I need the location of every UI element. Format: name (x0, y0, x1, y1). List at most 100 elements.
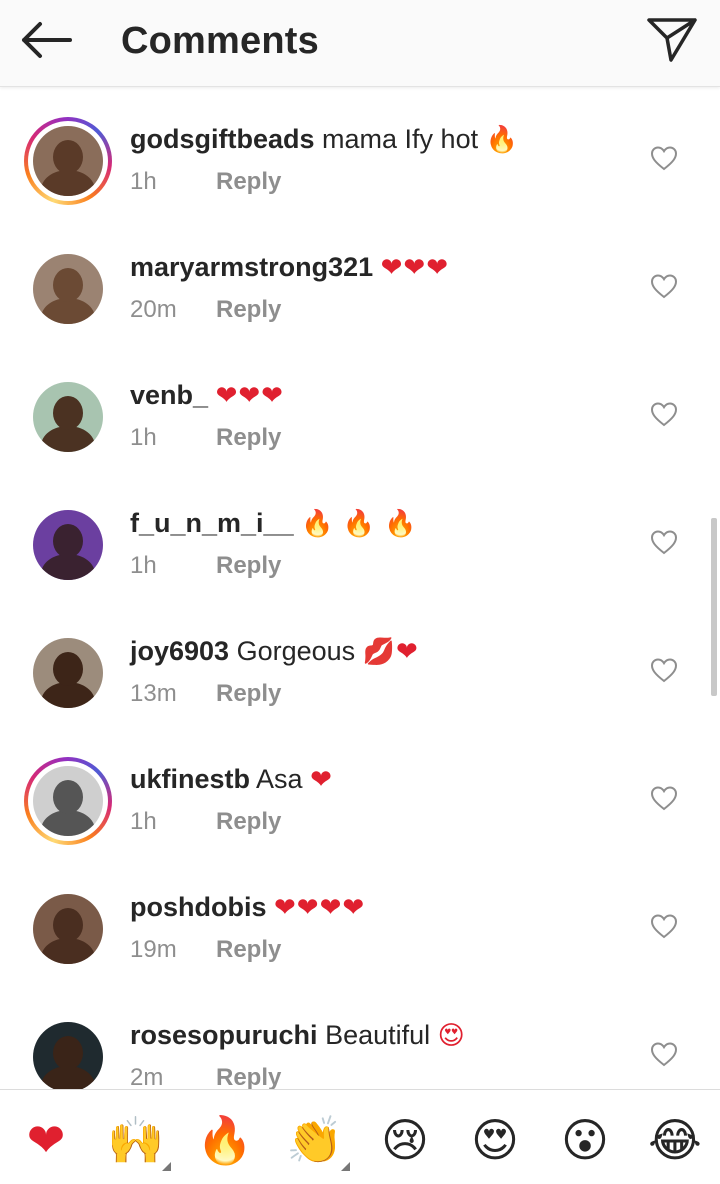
variant-indicator-icon (341, 1162, 350, 1171)
comment-row[interactable]: maryarmstrong321 ❤❤❤ 20m Reply (0, 215, 720, 343)
heart-outline-icon (650, 914, 678, 939)
heart-outline-icon (650, 1042, 678, 1067)
like-button[interactable] (650, 273, 678, 299)
username[interactable]: poshdobis (130, 892, 267, 922)
comment-row[interactable]: joy6903 Gorgeous 💋❤ 13m Reply (0, 599, 720, 727)
like-button[interactable] (650, 657, 678, 683)
like-button[interactable] (650, 1041, 678, 1067)
comment-emoji: 🔥 🔥 🔥 (301, 508, 418, 538)
timestamp: 1h (130, 168, 157, 195)
avatar-face-shape (53, 652, 83, 686)
username[interactable]: f_u_n_m_i__ (130, 508, 294, 538)
avatar[interactable] (24, 245, 112, 333)
avatar[interactable] (24, 1013, 112, 1089)
reply-button[interactable]: Reply (216, 808, 281, 835)
comment-row[interactable]: f_u_n_m_i__ 🔥 🔥 🔥 1h Reply (0, 471, 720, 599)
heart-outline-icon (650, 402, 678, 427)
comment-emoji: 🔥 (485, 124, 519, 154)
crying-emoji[interactable]: 😢 (373, 1108, 437, 1172)
like-button[interactable] (650, 529, 678, 555)
comment-row[interactable]: poshdobis ❤❤❤❤ 19m Reply (0, 855, 720, 983)
avatar-image (33, 510, 103, 580)
comment-meta: 1h Reply (130, 551, 281, 581)
avatar[interactable] (24, 885, 112, 973)
comment-meta: 19m Reply (130, 935, 281, 965)
surprised-emoji[interactable]: 😮 (553, 1108, 617, 1172)
comment-body: Beautiful (325, 1020, 431, 1050)
comment-meta: 1h Reply (130, 807, 281, 837)
scrollbar[interactable] (711, 518, 717, 696)
reply-button[interactable]: Reply (216, 296, 281, 323)
comment-meta: 13m Reply (130, 679, 281, 709)
like-button[interactable] (650, 401, 678, 427)
timestamp: 13m (130, 680, 177, 707)
comment-text: joy6903 Gorgeous 💋❤ (130, 633, 630, 669)
timestamp: 2m (130, 1064, 164, 1089)
avatar[interactable] (24, 757, 112, 845)
like-button[interactable] (650, 913, 678, 939)
comment-row[interactable]: godsgiftbeads mama Ify hot 🔥 1h Reply (0, 87, 720, 215)
timestamp: 1h (130, 808, 157, 835)
heart-outline-icon (650, 146, 678, 171)
comment-meta: 2m Reply (130, 1063, 281, 1089)
comment-body: mama Ify hot (322, 124, 479, 154)
timestamp: 20m (130, 296, 177, 323)
username[interactable]: ukfinestb (130, 764, 250, 794)
avatar-face-shape (53, 268, 83, 302)
avatar-image (33, 1022, 103, 1089)
username[interactable]: godsgiftbeads (130, 124, 315, 154)
like-button[interactable] (650, 785, 678, 811)
avatar-image (33, 254, 103, 324)
fire-emoji[interactable]: 🔥 (193, 1108, 257, 1172)
clapping-emoji[interactable]: 👏 (283, 1108, 347, 1172)
comment-meta: 1h Reply (130, 423, 281, 453)
timestamp: 1h (130, 424, 157, 451)
comment-text: maryarmstrong321 ❤❤❤ (130, 249, 630, 285)
avatar-face-shape (53, 1036, 83, 1070)
page-title: Comments (121, 20, 319, 62)
comment-row[interactable]: ukfinestb Asa ❤ 1h Reply (0, 727, 720, 855)
reply-button[interactable]: Reply (216, 552, 281, 579)
like-button[interactable] (650, 145, 678, 171)
avatar[interactable] (24, 117, 112, 205)
username[interactable]: joy6903 (130, 636, 229, 666)
heart-emoji[interactable]: ❤ (14, 1108, 78, 1172)
username[interactable]: rosesopuruchi (130, 1020, 318, 1050)
quick-reaction-bar: ❤ 🙌 🔥 👏 😢 😍 😮 😂 (0, 1089, 720, 1184)
comments-screen: Comments godsgiftbeads mama Ify hot 🔥 1h R… (0, 0, 720, 1184)
comment-text: godsgiftbeads mama Ify hot 🔥 (130, 121, 630, 157)
reply-button[interactable]: Reply (216, 424, 281, 451)
avatar[interactable] (24, 629, 112, 717)
share-button[interactable] (645, 14, 699, 64)
comment-text: poshdobis ❤❤❤❤ (130, 889, 630, 925)
comment-body: Gorgeous (236, 636, 356, 666)
back-button[interactable] (16, 14, 78, 66)
heart-outline-icon (650, 658, 678, 683)
avatar-image (33, 894, 103, 964)
comment-meta: 20m Reply (130, 295, 281, 325)
comment-emoji: ❤ (310, 764, 333, 794)
tears-of-joy-emoji[interactable]: 😂 (643, 1108, 707, 1172)
comment-row[interactable]: rosesopuruchi Beautiful 😍 2m Reply (0, 983, 720, 1089)
username[interactable]: maryarmstrong321 (130, 252, 373, 282)
comment-emoji: ❤❤❤ (215, 380, 284, 410)
avatar-image (33, 638, 103, 708)
comment-text: f_u_n_m_i__ 🔥 🔥 🔥 (130, 505, 630, 541)
reply-button[interactable]: Reply (216, 1064, 281, 1089)
avatar-image (33, 766, 103, 836)
username[interactable]: venb_ (130, 380, 208, 410)
comment-emoji: ❤❤❤❤ (274, 892, 366, 922)
timestamp: 1h (130, 552, 157, 579)
reply-button[interactable]: Reply (216, 936, 281, 963)
comment-list[interactable]: godsgiftbeads mama Ify hot 🔥 1h Reply marya… (0, 87, 720, 1089)
avatar[interactable] (24, 373, 112, 461)
raising-hands-emoji[interactable]: 🙌 (104, 1108, 168, 1172)
heart-outline-icon (650, 786, 678, 811)
avatar-face-shape (53, 524, 83, 558)
heart-eyes-emoji[interactable]: 😍 (463, 1108, 527, 1172)
reply-button[interactable]: Reply (216, 680, 281, 707)
reply-button[interactable]: Reply (216, 168, 281, 195)
comment-emoji: 💋❤ (362, 636, 419, 666)
avatar[interactable] (24, 501, 112, 589)
comment-row[interactable]: venb_ ❤❤❤ 1h Reply (0, 343, 720, 471)
